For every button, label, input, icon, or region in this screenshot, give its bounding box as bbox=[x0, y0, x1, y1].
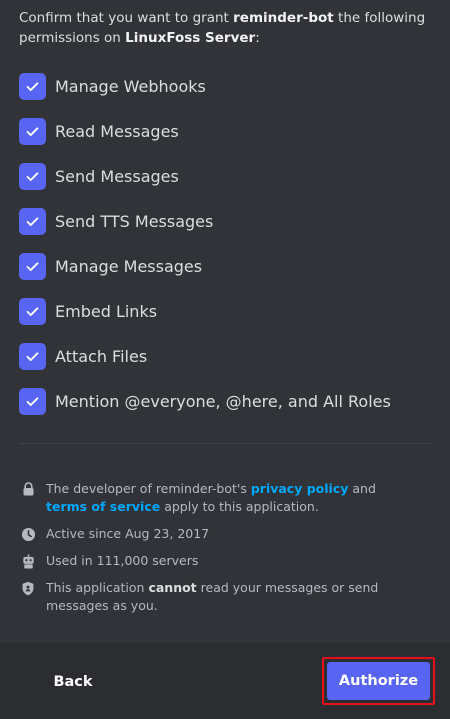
permission-read-messages[interactable]: Read Messages bbox=[19, 109, 391, 154]
back-button[interactable]: Back bbox=[37, 663, 109, 701]
server-count-text: Used in 111,000 servers bbox=[46, 553, 199, 568]
checkbox-checked-icon[interactable] bbox=[19, 343, 46, 370]
policy-prefix: The developer of reminder-bot's bbox=[46, 481, 251, 496]
info-policy-text: The developer of reminder-bot's privacy … bbox=[46, 480, 419, 516]
cannot-read-text: This application cannot read your messag… bbox=[46, 579, 419, 615]
lock-icon bbox=[19, 480, 37, 498]
permission-send-messages[interactable]: Send Messages bbox=[19, 154, 391, 199]
permission-label: Send Messages bbox=[55, 167, 179, 186]
info-policy: The developer of reminder-bot's privacy … bbox=[19, 480, 419, 516]
cannot-prefix: This application bbox=[46, 580, 149, 595]
shield-icon bbox=[19, 579, 37, 597]
oauth-authorize-panel: Confirm that you want to grant reminder-… bbox=[0, 0, 450, 643]
terms-of-service-link[interactable]: terms of service bbox=[46, 499, 160, 514]
permission-manage-messages[interactable]: Manage Messages bbox=[19, 244, 391, 289]
cannot-bold: cannot bbox=[148, 580, 197, 595]
bot-name: reminder-bot bbox=[233, 10, 334, 26]
clock-icon bbox=[19, 525, 37, 543]
info-active-since: Active since Aug 23, 2017 bbox=[19, 525, 419, 543]
info-server-count: Used in 111,000 servers bbox=[19, 552, 419, 570]
permission-label: Embed Links bbox=[55, 302, 158, 321]
authorize-highlight-frame: Authorize bbox=[322, 657, 435, 705]
permission-send-tts-messages[interactable]: Send TTS Messages bbox=[19, 199, 391, 244]
app-info-list: The developer of reminder-bot's privacy … bbox=[19, 480, 419, 624]
permission-embed-links[interactable]: Embed Links bbox=[19, 289, 391, 334]
modal-footer: Back Authorize bbox=[0, 643, 450, 719]
checkbox-checked-icon[interactable] bbox=[19, 298, 46, 325]
intro-suffix: : bbox=[255, 30, 260, 46]
checkbox-checked-icon[interactable] bbox=[19, 388, 46, 415]
checkbox-checked-icon[interactable] bbox=[19, 253, 46, 280]
permission-mention-everyone[interactable]: Mention @everyone, @here, and All Roles bbox=[19, 379, 391, 424]
permission-label: Manage Webhooks bbox=[55, 77, 206, 96]
checkbox-checked-icon[interactable] bbox=[19, 73, 46, 100]
permission-label: Attach Files bbox=[55, 347, 148, 366]
permission-label: Send TTS Messages bbox=[55, 212, 214, 231]
policy-suffix: apply to this application. bbox=[160, 499, 319, 514]
robot-icon bbox=[19, 552, 37, 570]
permission-intro-text: Confirm that you want to grant reminder-… bbox=[19, 8, 434, 48]
permission-label: Mention @everyone, @here, and All Roles bbox=[55, 392, 391, 411]
checkbox-checked-icon[interactable] bbox=[19, 163, 46, 190]
privacy-policy-link[interactable]: privacy policy bbox=[251, 481, 349, 496]
permission-list: Manage Webhooks Read Messages Send Messa… bbox=[19, 64, 391, 424]
info-cannot-read: This application cannot read your messag… bbox=[19, 579, 419, 615]
active-since-text: Active since Aug 23, 2017 bbox=[46, 526, 210, 541]
permission-label: Read Messages bbox=[55, 122, 179, 141]
authorize-button[interactable]: Authorize bbox=[327, 662, 430, 700]
checkbox-checked-icon[interactable] bbox=[19, 208, 46, 235]
checkbox-checked-icon[interactable] bbox=[19, 118, 46, 145]
policy-and: and bbox=[348, 481, 376, 496]
permission-attach-files[interactable]: Attach Files bbox=[19, 334, 391, 379]
intro-prefix: Confirm that you want to grant bbox=[19, 10, 234, 26]
permission-label: Manage Messages bbox=[55, 257, 203, 276]
permission-manage-webhooks[interactable]: Manage Webhooks bbox=[19, 64, 391, 109]
server-name: LinuxFoss Server bbox=[125, 30, 256, 46]
section-divider bbox=[19, 443, 433, 444]
